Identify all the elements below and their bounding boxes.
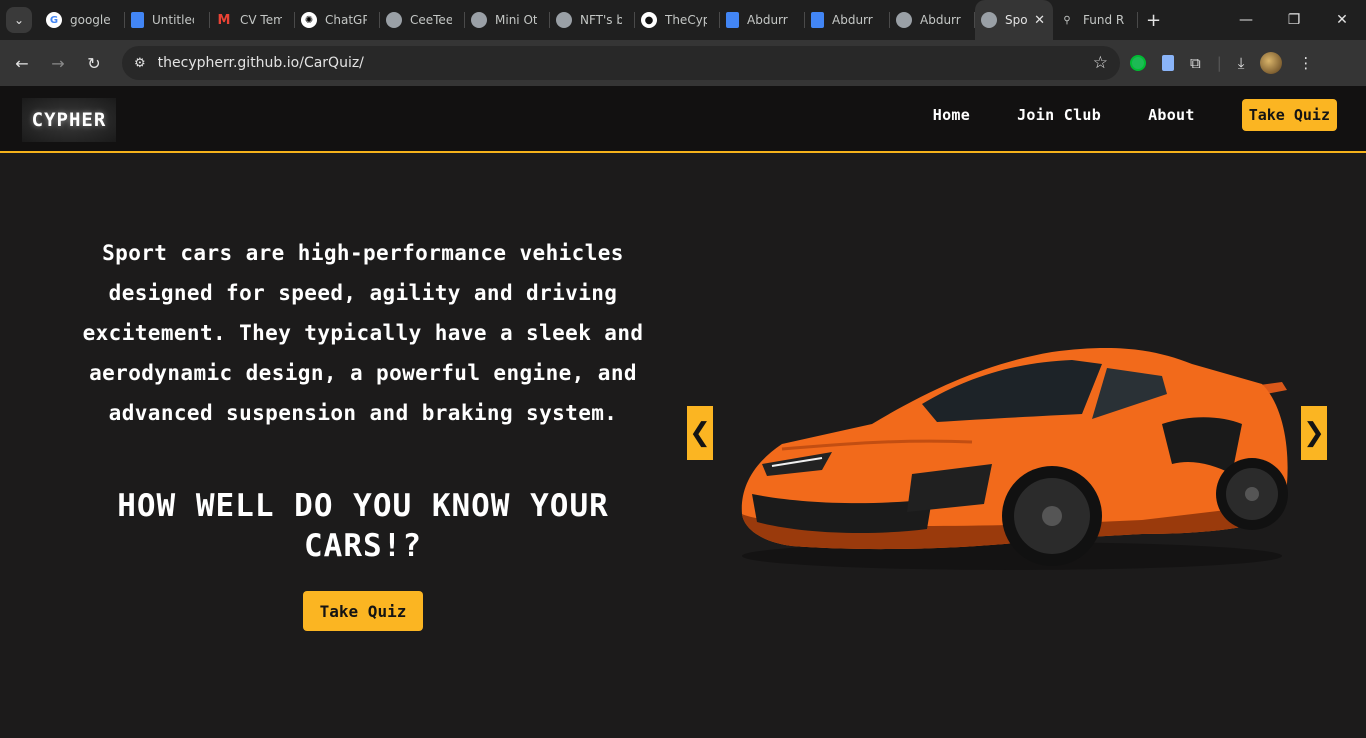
browser-tab[interactable]: Ggoogle [40,0,125,40]
link-icon: ⚲ [1063,14,1071,26]
gmail-icon: M [217,12,231,28]
browser-tab[interactable]: Abdurr [890,0,975,40]
tab-label: Fund R [1083,13,1125,27]
browser-tab[interactable]: Abdurr [720,0,805,40]
nav-link-join-club[interactable]: Join Club [1017,106,1101,124]
tab-label: Abdurr [747,13,788,27]
browser-tab[interactable]: Untitled [125,0,210,40]
site-logo[interactable]: CYPHER [22,98,116,142]
nav-link-home[interactable]: Home [933,106,970,124]
browser-tab[interactable]: NFT's b [550,0,635,40]
browser-tab[interactable]: ● TheCyp [635,0,720,40]
browser-tab[interactable]: ⚲ Fund R [1053,0,1138,40]
tab-label: google [70,13,111,27]
close-window-icon[interactable]: ✕ [1318,12,1366,28]
site-nav: Home Join Club About Take Quiz [933,99,1337,131]
toolbar-icons: ⧉ | ⤓ ⋮ [1130,52,1313,74]
tab-label: Spo [1005,13,1027,27]
grammarly-extension-icon[interactable] [1130,55,1146,71]
tab-label: Abdurr [920,13,961,27]
docs-icon [131,12,144,28]
take-quiz-button[interactable]: Take Quiz [303,591,423,631]
nav-link-about[interactable]: About [1148,106,1195,124]
docs-icon [811,12,824,28]
minimize-icon[interactable]: — [1222,12,1270,28]
toolbar-divider: | [1216,54,1222,72]
extensions-puzzle-icon[interactable]: ⧉ [1190,54,1201,72]
site-settings-icon[interactable]: ⚙ [134,56,146,71]
browser-tab-active[interactable]: Spo ✕ [975,0,1053,40]
new-tab-icon[interactable]: + [1146,10,1161,31]
globe-icon [386,12,402,28]
bookmark-star-icon[interactable]: ☆ [1093,53,1108,73]
browser-tab[interactable]: CeeTee [380,0,465,40]
tab-search-chevron-icon[interactable]: ⌄ [6,7,32,33]
hero-description: Sport cars are high-performance vehicles… [82,241,644,425]
globe-icon [471,12,487,28]
tab-label: Mini Ot [495,13,537,27]
sports-car-image [741,348,1288,570]
restore-icon[interactable]: ❐ [1270,12,1318,28]
globe-icon [896,12,912,28]
back-arrow-icon[interactable]: ← [4,54,40,73]
tab-list: Ggoogle Untitled MCV Tem ✺ChatGP CeeTee … [40,0,1138,40]
carousel-prev-button[interactable]: ❮ [687,406,713,460]
address-bar[interactable]: ⚙ thecypherr.github.io/CarQuiz/ ☆ [122,46,1120,80]
carousel-next-button[interactable]: ❯ [1301,406,1327,460]
browser-tab[interactable]: Abdurr [805,0,890,40]
tab-label: NFT's b [580,13,622,27]
browser-toolbar: ← → ↻ ⚙ thecypherr.github.io/CarQuiz/ ☆ … [0,40,1366,86]
chatgpt-icon: ✺ [301,12,317,28]
tab-label: ChatGP [325,13,367,27]
more-menu-icon[interactable]: ⋮ [1298,54,1313,72]
browser-tab[interactable]: Mini Ot [465,0,550,40]
tab-label: Untitled [152,13,194,27]
reload-icon[interactable]: ↻ [76,54,112,73]
window-controls: — ❐ ✕ [1222,12,1366,28]
google-icon: G [46,12,62,28]
docs-extension-icon[interactable] [1162,55,1174,71]
hero-title: HOW WELL DO YOU KNOW YOUR CARS!? [117,488,609,564]
github-icon: ● [641,12,657,28]
docs-icon [726,12,739,28]
globe-icon [556,12,572,28]
url-text[interactable]: thecypherr.github.io/CarQuiz/ [158,55,1093,71]
profile-avatar[interactable] [1260,52,1283,74]
tab-label: TheCyp [665,13,707,27]
site-header: CYPHER Home Join Club About Take Quiz [0,86,1366,153]
close-tab-icon[interactable]: ✕ [1034,13,1045,28]
globe-icon [981,12,997,28]
tab-label: CV Tem [240,13,282,27]
tab-label: CeeTee [410,13,452,27]
download-icon[interactable]: ⤓ [1238,54,1245,72]
tab-label: Abdurr [832,13,873,27]
browser-tab[interactable]: M CV Tem [210,0,295,40]
forward-arrow-icon[interactable]: → [40,54,76,73]
page-content: CYPHER Home Join Club About Take Quiz Sp… [0,86,1366,738]
browser-tab[interactable]: ✺ ChatGP [295,0,380,40]
nav-take-quiz-button[interactable]: Take Quiz [1241,99,1337,131]
browser-tab-strip: ⌄ Ggoogle Untitled M CV Tem ✺ ChatGP CeeTe… [0,0,1366,40]
